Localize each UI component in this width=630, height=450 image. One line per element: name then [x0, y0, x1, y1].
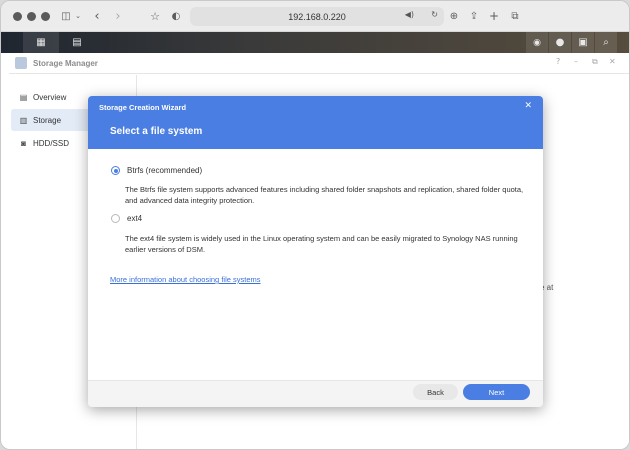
close-window-button[interactable] [13, 12, 22, 21]
browser-toolbar: ◫ ⌄ ‹ › ☆ ◐ 192.168.0.220 ↻ ◀) ⊕ ⇪ + ⧉ [1, 1, 629, 32]
browser-window: ◫ ⌄ ‹ › ☆ ◐ 192.168.0.220 ↻ ◀) ⊕ ⇪ + ⧉ ▦… [0, 0, 630, 450]
app-title: Storage Manager [33, 59, 98, 68]
download-icon[interactable]: ⊕ [447, 7, 461, 25]
storage-manager-logo-icon [15, 57, 27, 69]
minimize-icon[interactable]: – [574, 57, 578, 66]
forward-nav-icon[interactable]: › [112, 7, 124, 25]
back-button[interactable]: Back [413, 384, 458, 400]
maximize-icon[interactable]: ⧉ [592, 57, 598, 67]
next-button[interactable]: Next [463, 384, 530, 400]
file-system-info-link[interactable]: More information about choosing file sys… [110, 275, 261, 284]
address-bar[interactable]: 192.168.0.220 ↻ ◀) [190, 7, 444, 26]
close-icon[interactable]: ✕ [609, 57, 616, 66]
sidebar-item-label: Storage [33, 115, 62, 125]
main-menu-icon[interactable]: ▦ [23, 32, 59, 53]
storage-icon: ▥ [19, 115, 28, 125]
option-btrfs[interactable]: Btrfs (recommended) [111, 166, 202, 175]
url-text: 192.168.0.220 [288, 11, 346, 22]
help-icon[interactable]: ? [556, 57, 560, 66]
radio-ext4[interactable] [111, 214, 120, 223]
option-description: The ext4 file system is widely used in t… [125, 234, 518, 254]
sidebar-item-label: HDD/SSD [33, 138, 70, 148]
minimize-window-button[interactable] [27, 12, 36, 21]
storage-manager-app-icon[interactable]: ▤ [67, 32, 87, 53]
hdd-icon: ◙ [21, 138, 26, 148]
sidebar-toggle-icon[interactable]: ◫ [58, 7, 74, 25]
option-ext4[interactable]: ext4 [111, 214, 142, 223]
app-titlebar[interactable]: Storage Manager ? – ⧉ ✕ [9, 53, 629, 74]
star-icon[interactable]: ☆ [148, 7, 162, 25]
wizard-step-title: Select a file system [110, 126, 203, 137]
search-icon[interactable]: ⌕ [595, 32, 617, 53]
tabs-overview-icon[interactable]: ⧉ [508, 7, 522, 25]
wizard-name: Storage Creation Wizard [99, 103, 187, 112]
option-label: Btrfs (recommended) [127, 166, 203, 175]
sidebar-item-label: Overview [33, 92, 67, 102]
audio-icon[interactable]: ◀) [405, 10, 414, 19]
chat-icon[interactable]: ◉ [526, 32, 548, 53]
overview-icon: ▤ [19, 92, 28, 102]
close-icon[interactable]: ✕ [524, 101, 532, 111]
option-label: ext4 [127, 214, 143, 223]
storage-creation-wizard: Storage Creation Wizard ✕ Select a file … [88, 96, 543, 407]
user-icon[interactable]: ● [549, 32, 571, 53]
radio-btrfs[interactable] [111, 166, 120, 175]
reload-icon[interactable]: ↻ [431, 10, 438, 19]
share-icon[interactable]: ⇪ [467, 7, 481, 25]
back-nav-icon[interactable]: ‹ [91, 7, 103, 25]
option-description: The Btrfs file system supports advanced … [125, 185, 524, 205]
new-tab-icon[interactable]: + [487, 7, 501, 25]
dsm-taskbar: ▦ ▤ ◉ ● ▣ ⌕ [1, 32, 629, 53]
wizard-header: Storage Creation Wizard ✕ Select a file … [88, 96, 543, 149]
zoom-window-button[interactable] [41, 12, 50, 21]
shield-icon[interactable]: ◐ [170, 7, 182, 25]
chevron-down-icon[interactable]: ⌄ [74, 7, 82, 25]
widgets-icon[interactable]: ▣ [572, 32, 594, 53]
